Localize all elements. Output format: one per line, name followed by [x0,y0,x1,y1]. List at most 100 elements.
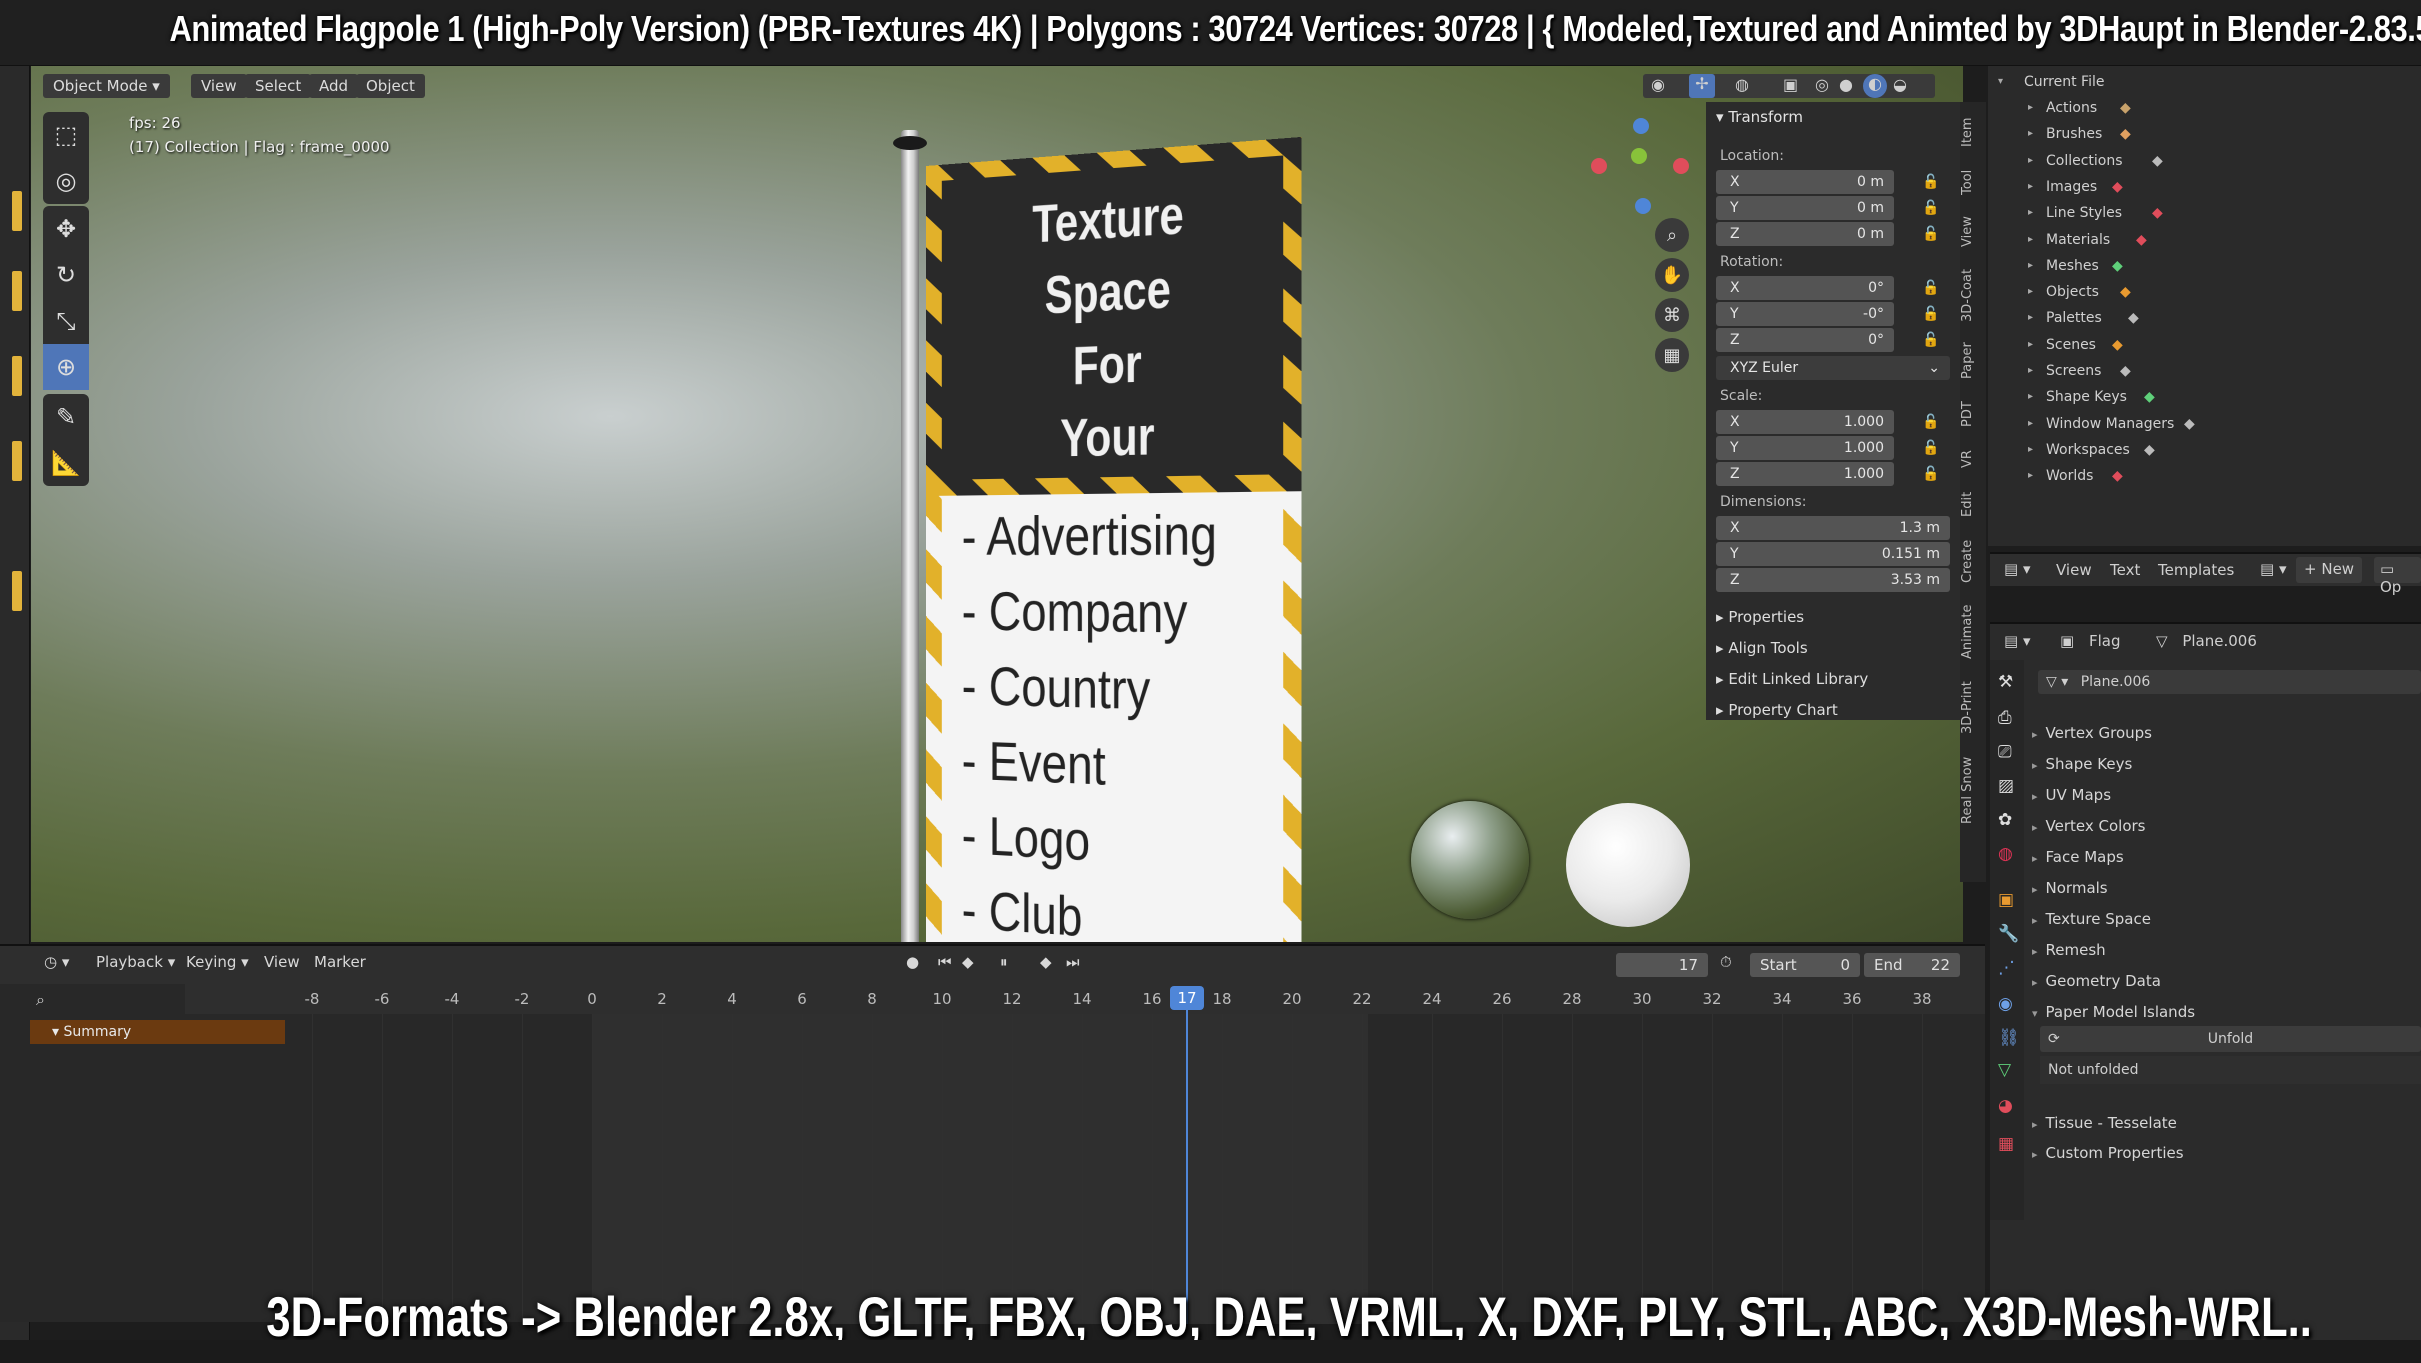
gizmo-neg-x-axis[interactable] [1591,158,1607,174]
select-menu[interactable]: Select [245,74,312,98]
tab-animate[interactable]: Animate [1960,598,1986,666]
playhead[interactable]: 17 [1170,986,1204,1010]
location-y-field[interactable]: Y 0 m [1716,196,1894,220]
property-panel[interactable]: ▸ Vertex Colors [2032,817,2146,835]
transform-icon[interactable]: ⊕ [43,344,89,390]
rotation-y-field[interactable]: Y -0° [1716,302,1894,326]
edit-linked-library-panel[interactable]: ▸ Edit Linked Library [1716,670,1868,688]
unfold-button[interactable]: ⟳ Unfold [2040,1026,2421,1052]
property-panel[interactable]: ▸ Normals [2032,879,2108,897]
lock-icon[interactable]: 🔓 [1922,440,1939,456]
tab-item[interactable]: Item [1960,110,1986,154]
cursor-icon[interactable]: ◎ [43,158,89,204]
rotation-z-field[interactable]: Z 0° [1716,328,1894,352]
zoom-icon[interactable]: ⌕ [1655,218,1689,252]
prev-keyframe-icon[interactable]: ◆ [962,953,974,971]
property-panel[interactable]: ▸ Face Maps [2032,848,2124,866]
visibility-icon[interactable]: ◉ [1651,75,1665,94]
location-x-field[interactable]: X 0 m [1716,170,1894,194]
object-tab-icon[interactable]: ▣ [1998,890,2014,910]
xray-icon[interactable]: ▣ [1783,75,1798,94]
physics-tab-icon[interactable]: ◉ [1998,994,2013,1014]
property-panel[interactable]: ▸ UV Maps [2032,786,2111,804]
transform-panel-header[interactable]: ▾ Transform [1716,108,1803,126]
summary-channel[interactable]: ▾ Summary [30,1020,285,1044]
new-text-button[interactable]: + New [2296,557,2363,583]
tab-3d-print[interactable]: 3D-Print [1960,674,1986,742]
output-tab-icon[interactable]: ⎚ [1998,742,2012,762]
editor-type-icon[interactable]: ▤ ▾ [2004,560,2030,578]
property-panel[interactable]: ▸ Shape Keys [2032,755,2132,773]
outliner-item[interactable]: ▸ Shape Keys ◆ [1988,385,2408,409]
tab-create[interactable]: Create [1960,532,1986,590]
marker-menu[interactable]: Marker [314,953,366,971]
lock-icon[interactable]: 🔓 [1922,200,1939,216]
open-text-button[interactable]: ▭ Op [2374,557,2421,596]
jump-start-icon[interactable]: ⏮ [938,953,952,971]
editor-type-icon[interactable]: ◷ ▾ [44,953,69,971]
move-icon[interactable]: ✥ [43,206,89,252]
playback-menu[interactable]: Playback ▾ [96,953,175,971]
tab-pdt[interactable]: PDT [1960,394,1986,434]
object-breadcrumb[interactable]: ▣ Flag [2060,632,2120,650]
clock-icon[interactable]: ⏱ [1720,953,1732,971]
end-frame-field[interactable]: End 22 [1864,953,1960,977]
custom-properties-panel[interactable]: ▸ Custom Properties [2032,1144,2184,1162]
rotation-x-field[interactable]: X 0° [1716,276,1894,300]
outliner-item[interactable]: ▸ Window Managers ◆ [1988,412,2408,436]
overlay-icon[interactable]: ◍ [1735,75,1749,94]
properties-panel[interactable]: ▸ Properties [1716,608,1804,626]
material-tab-icon[interactable]: ◕ [1998,1096,2013,1116]
rotation-mode-dropdown[interactable]: XYZ Euler ⌄ [1716,356,1950,380]
editor-type-icon[interactable]: ▤ ▾ [2004,632,2030,650]
dimensions-x-field[interactable]: X 1.3 m [1716,516,1950,540]
dimensions-y-field[interactable]: Y 0.151 m [1716,542,1950,566]
gizmo-toggle-icon[interactable]: ✢ [1689,74,1715,98]
object-menu[interactable]: Object [356,74,425,98]
tool-tab-icon[interactable]: ⚒ [1998,672,2013,692]
view-menu[interactable]: View [264,953,300,971]
dimensions-z-field[interactable]: Z 3.53 m [1716,568,1950,592]
jump-end-icon[interactable]: ⏭ [1066,953,1080,971]
property-panel[interactable]: ▸ Geometry Data [2032,972,2161,990]
texture-tab-icon[interactable]: ▦ [1998,1134,2014,1154]
constraints-tab-icon[interactable]: ⛓ [1998,1028,2020,1048]
tab-vr[interactable]: VR [1960,442,1986,476]
mesh-datablock-selector[interactable]: ▽ ▾ Plane.006 [2038,670,2421,694]
pan-hand-icon[interactable]: ✋ [1655,258,1689,292]
3d-viewport[interactable]: Object Mode ▾ View Select Add Object fps… [31,66,1963,942]
property-panel[interactable]: ▾ Paper Model Islands [2032,1003,2195,1021]
location-z-field[interactable]: Z 0 m [1716,222,1894,246]
outliner-item[interactable]: ▸ Line Styles ◆ [1988,201,2408,225]
templates-menu[interactable]: Templates [2158,561,2234,579]
lock-icon[interactable]: 🔓 [1922,306,1939,322]
outliner-item[interactable]: ▸ Collections ◆ [1988,149,2408,173]
timeline-editor[interactable]: ◷ ▾ Playback ▾ Keying ▾ View Marker ● ⏮ … [0,944,1985,1324]
outliner-item[interactable]: ▸ Materials ◆ [1988,228,2408,252]
select-box-icon[interactable]: ⬚ [43,112,89,158]
tab-real-snow[interactable]: Real Snow [1960,750,1986,830]
tab-paper[interactable]: Paper [1960,336,1986,386]
property-panel[interactable]: ▸ Remesh [2032,941,2106,959]
world-tab-icon[interactable]: ◍ [1998,844,2013,864]
rendered-shading-icon[interactable]: ◒ [1893,75,1907,94]
mesh-data-tab-icon[interactable]: ▽ [1998,1060,2011,1080]
pause-icon[interactable]: ⏸ [1000,953,1008,971]
outliner-item[interactable]: ▸ Palettes ◆ [1988,306,2408,330]
tab-edit[interactable]: Edit [1960,484,1986,524]
next-keyframe-icon[interactable]: ◆ [1040,953,1052,971]
modifier-tab-icon[interactable]: 🔧 [1998,924,2019,944]
measure-icon[interactable]: 📐 [43,440,89,486]
align-tools-panel[interactable]: ▸ Align Tools [1716,639,1808,657]
scale-z-field[interactable]: Z 1.000 [1716,462,1894,486]
text-view-menu[interactable]: View [2056,561,2092,579]
scale-icon[interactable]: ⤡ [43,298,89,344]
camera-icon[interactable]: ⌘ [1655,298,1689,332]
annotate-icon[interactable]: ✎ [43,394,89,440]
gizmo-z-axis[interactable] [1633,118,1649,134]
current-frame-field[interactable]: 17 [1616,953,1708,977]
property-panel[interactable]: ▸ Texture Space [2032,910,2151,928]
lock-icon[interactable]: 🔓 [1922,174,1939,190]
property-panel[interactable]: ▸ Vertex Groups [2032,724,2152,742]
scene-tab-icon[interactable]: ✿ [1998,810,2012,830]
